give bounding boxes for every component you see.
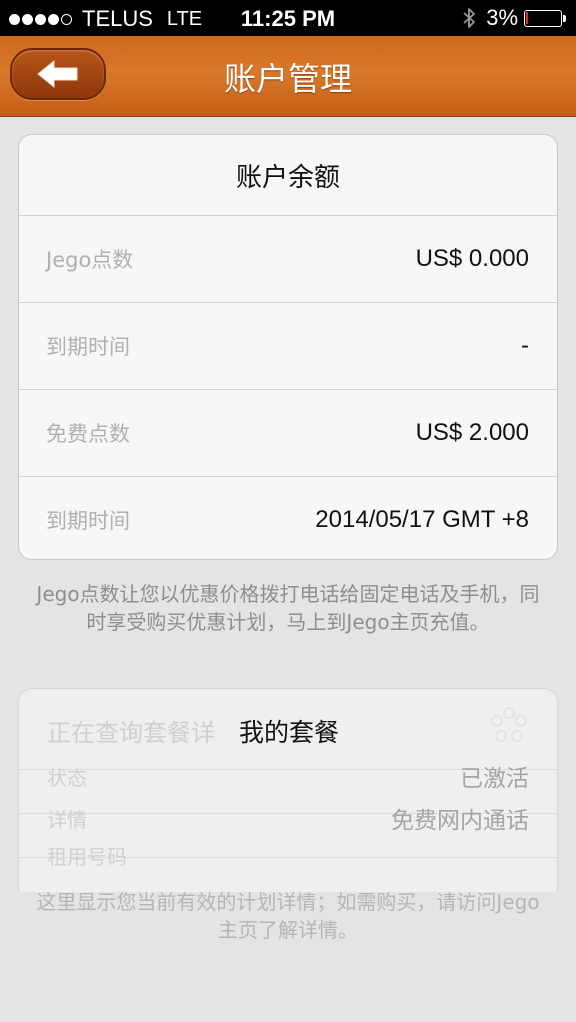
row-value: US$ 0.000 — [415, 245, 529, 272]
plan-note: 这里显示您当前有效的计划详情；如需购买，请访问Jego主页了解详情。 — [36, 890, 540, 942]
row-value: 免费网内通话 — [391, 808, 529, 834]
plan-card-title: 我的套餐 — [239, 718, 340, 747]
row-label: 到期时间 — [46, 335, 130, 359]
loading-spinner-icon — [491, 707, 527, 742]
plan-loading-text: 正在查询套餐详 — [47, 719, 215, 747]
battery-nub — [563, 14, 566, 22]
battery-percent: 3% — [486, 5, 518, 30]
page-title: 账户管理 — [223, 60, 352, 98]
status-bar: TELUS LTE 11:25 PM 3% — [0, 0, 576, 36]
battery-icon — [524, 9, 562, 27]
row-label: 到期时间 — [46, 509, 130, 533]
balance-note: Jego点数让您以优惠价格拨打电话给固定电话及手机，同时享受购买优惠计划，马上到… — [36, 582, 540, 634]
row-value: 2014/05/17 GMT +8 — [315, 506, 529, 533]
row-label: 详情 — [47, 807, 87, 832]
row-label: Jego点数 — [46, 248, 134, 272]
nav-bar: 账户管理 — [0, 36, 576, 117]
jego-points-expiry-row: 到期时间 - — [19, 303, 557, 390]
row-label: 免费点数 — [46, 422, 130, 446]
jego-points-row: Jego点数 US$ 0.000 — [19, 216, 557, 303]
free-points-row: 免费点数 US$ 2.000 — [19, 390, 557, 477]
row-value: US$ 2.000 — [415, 419, 529, 446]
plan-card: 正在查询套餐详 我的套餐 状态 已激活 详情 免费网内通话 租用号码 — [18, 688, 558, 892]
plan-status-row: 状态 已激活 — [47, 759, 529, 793]
row-value: 已激活 — [460, 766, 529, 792]
row-label: 租用号码 — [47, 845, 127, 869]
free-points-expiry-row: 到期时间 2014/05/17 GMT +8 — [19, 477, 557, 563]
balance-card: 账户余额 Jego点数 US$ 0.000 到期时间 - 免费点数 US$ 2.… — [18, 134, 558, 560]
row-value: - — [521, 332, 529, 359]
plan-rental-number-row: 租用号码 — [47, 841, 529, 870]
bluetooth-icon — [462, 7, 476, 29]
balance-card-title: 账户余额 — [19, 135, 557, 216]
plan-details-row: 详情 免费网内通话 — [47, 801, 529, 835]
row-label: 状态 — [47, 765, 87, 790]
